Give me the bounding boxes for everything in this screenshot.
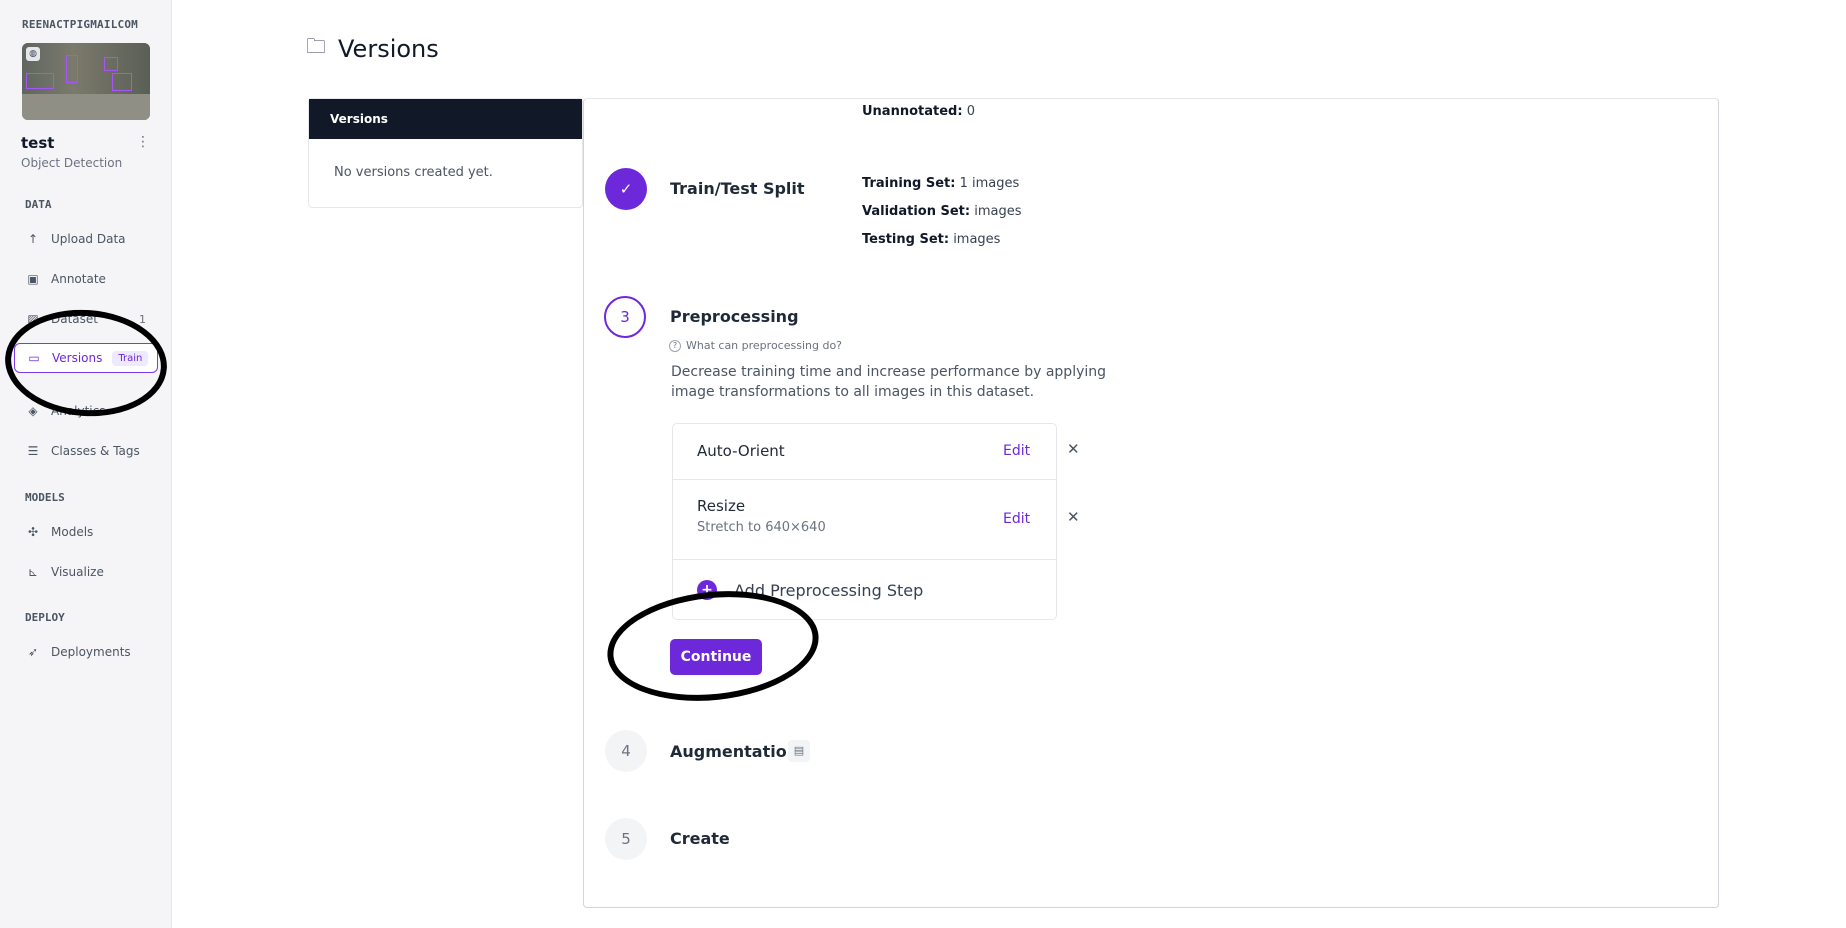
sidebar-item-visualize[interactable]: ⊾ Visualize bbox=[14, 557, 158, 587]
unannotated-label: Unannotated: bbox=[862, 104, 963, 119]
step-title-create: Create bbox=[670, 829, 730, 848]
sidebar: REENACTPIGMAILCOM ◍ test ⋮ Object Detect… bbox=[0, 0, 172, 928]
question-icon: ? bbox=[669, 339, 681, 352]
validation-set-value: images bbox=[974, 204, 1022, 219]
versions-list-panel: Versions No versions created yet. bbox=[308, 98, 583, 208]
sidebar-item-label: Deployments bbox=[51, 645, 131, 659]
step-title-preprocessing: Preprocessing bbox=[670, 307, 799, 326]
section-deploy: DEPLOY bbox=[25, 611, 65, 624]
versions-empty-text: No versions created yet. bbox=[334, 165, 493, 180]
section-models: MODELS bbox=[25, 491, 65, 504]
preprocessing-step-auto-orient: Auto-Orient Edit bbox=[673, 424, 1056, 480]
section-data: DATA bbox=[25, 198, 52, 211]
kebab-icon[interactable]: ⋮ bbox=[136, 134, 150, 150]
annotate-icon: ▣ bbox=[27, 272, 39, 286]
folder-icon: 🗀 bbox=[306, 34, 326, 58]
unannotated-value: 0 bbox=[966, 104, 975, 119]
globe-icon: ◍ bbox=[26, 47, 40, 61]
annotation-box bbox=[26, 73, 54, 89]
validation-set-label: Validation Set: bbox=[862, 204, 971, 219]
upload-icon: ↑ bbox=[27, 232, 39, 246]
step-name: Resize bbox=[697, 497, 746, 515]
annotation-box bbox=[104, 57, 118, 71]
page-header: 🗀 Versions bbox=[306, 32, 439, 66]
training-set-summary: Training Set: 1 images bbox=[862, 176, 1019, 191]
sidebar-item-label: Upload Data bbox=[51, 232, 126, 246]
sidebar-item-label: Annotate bbox=[51, 272, 106, 286]
sidebar-item-label: Classes & Tags bbox=[51, 444, 140, 458]
sidebar-item-upload-data[interactable]: ↑ Upload Data bbox=[14, 224, 158, 254]
sidebar-item-classes-tags[interactable]: ☰ Classes & Tags bbox=[14, 436, 158, 466]
account-email: REENACTPIGMAILCOM bbox=[22, 18, 138, 31]
thumbnail-floor bbox=[22, 94, 150, 120]
testing-set-label: Testing Set: bbox=[862, 232, 950, 247]
step-detail: Stretch to 640×640 bbox=[697, 520, 826, 535]
layers-icon: ▤ bbox=[788, 740, 810, 762]
models-icon: ✣ bbox=[27, 525, 39, 539]
validation-set-summary: Validation Set: images bbox=[862, 204, 1022, 219]
step-name: Auto-Orient bbox=[697, 442, 785, 460]
sidebar-item-deployments[interactable]: ➶ Deployments bbox=[14, 637, 158, 667]
dataset-count: 1 bbox=[139, 312, 146, 326]
project-type: Object Detection bbox=[21, 156, 123, 170]
page-title: Versions bbox=[338, 35, 439, 63]
edit-resize-button[interactable]: Edit bbox=[1003, 511, 1030, 527]
annotation-box bbox=[66, 55, 78, 83]
remove-auto-orient-close-icon[interactable]: ✕ bbox=[1067, 440, 1080, 458]
sidebar-item-annotate[interactable]: ▣ Annotate bbox=[14, 264, 158, 294]
sidebar-item-label: Visualize bbox=[51, 565, 104, 579]
step-complete-check-icon: ✓ bbox=[605, 168, 647, 210]
training-set-value: 1 images bbox=[959, 176, 1020, 191]
step-title-augmentation: Augmentation bbox=[670, 742, 799, 761]
step-number-augmentation: 4 bbox=[605, 730, 647, 772]
versions-panel-header: Versions bbox=[309, 99, 582, 139]
remove-resize-close-icon[interactable]: ✕ bbox=[1067, 508, 1080, 526]
preprocessing-description: Decrease training time and increase perf… bbox=[671, 364, 1107, 400]
project-thumbnail[interactable]: ◍ bbox=[22, 43, 150, 120]
annotation-box bbox=[112, 73, 132, 91]
testing-set-summary: Testing Set: images bbox=[862, 232, 1000, 247]
help-text: What can preprocessing do? bbox=[686, 339, 843, 352]
testing-set-value: images bbox=[953, 232, 1001, 247]
sidebar-item-models[interactable]: ✣ Models bbox=[14, 517, 158, 547]
preprocessing-help-link[interactable]: ? What can preprocessing do? bbox=[669, 339, 842, 352]
step-title-split: Train/Test Split bbox=[670, 179, 805, 198]
project-name: test bbox=[21, 134, 55, 152]
step-number-preprocessing: 3 bbox=[604, 296, 646, 338]
rocket-icon: ➶ bbox=[27, 645, 39, 659]
unannotated-summary: Unannotated: 0 bbox=[862, 104, 975, 119]
analytics-icon: ◈ bbox=[28, 404, 38, 418]
edit-auto-orient-button[interactable]: Edit bbox=[1003, 443, 1030, 459]
preprocessing-step-resize: Resize Stretch to 640×640 Edit bbox=[673, 480, 1056, 560]
list-icon: ☰ bbox=[27, 444, 39, 458]
training-set-label: Training Set: bbox=[862, 176, 956, 191]
chart-icon: ⊾ bbox=[27, 565, 39, 579]
sidebar-item-label: Models bbox=[51, 525, 94, 539]
step-number-create: 5 bbox=[605, 818, 647, 860]
